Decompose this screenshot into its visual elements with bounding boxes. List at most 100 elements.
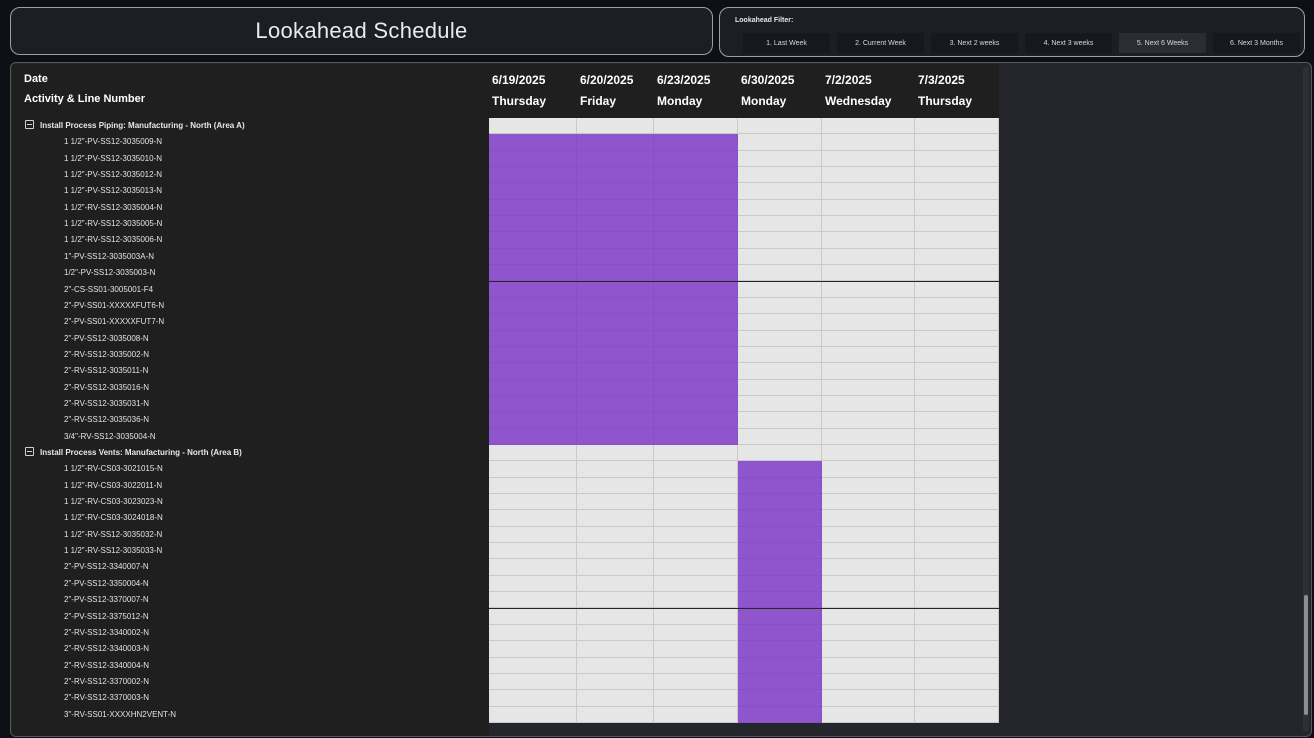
- line-number-label: 2"-RV-SS12-3035002-N: [64, 349, 149, 359]
- schedule-cell: [822, 134, 915, 151]
- schedule-cell: [654, 445, 738, 462]
- schedule-cell: [577, 673, 654, 691]
- schedule-cell: [822, 543, 915, 560]
- line-number-label: 1/2"-PV-SS12-3035003-N: [64, 268, 156, 278]
- scheduled-cell: [489, 199, 577, 217]
- filter-next-6-weeks-button[interactable]: 5. Next 6 Weeks: [1119, 33, 1206, 53]
- schedule-cell: [822, 412, 915, 429]
- filter-next-2-weeks-button[interactable]: 3. Next 2 weeks: [931, 33, 1018, 53]
- column-header: 6/19/2025 Thursday: [489, 64, 577, 118]
- scrollbar-thumb[interactable]: [1304, 595, 1308, 715]
- scheduled-cell: [577, 134, 654, 151]
- group-row-label[interactable]: Install Process Vents: Manufacturing - N…: [25, 445, 242, 461]
- scheduled-cell: [577, 428, 654, 445]
- schedule-cell: [738, 216, 822, 233]
- line-number-label: 2"-CS-SS01-3005001-F4: [64, 284, 154, 294]
- schedule-cell: [822, 673, 915, 691]
- scheduled-cell: [738, 510, 822, 527]
- line-number-label: 1 1/2"-RV-CS03-3021015-N: [64, 464, 163, 474]
- schedule-cell: [822, 379, 915, 396]
- schedule-cell: [822, 526, 915, 544]
- line-number-label: 2"-PV-SS12-3375012-N: [64, 611, 149, 621]
- line-number-label: 2"-RV-SS12-3035036-N: [64, 415, 149, 425]
- filter-last-week-button[interactable]: 1. Last Week: [743, 33, 830, 53]
- group-name: Install Process Vents: Manufacturing - N…: [40, 448, 242, 457]
- scheduled-cell: [489, 248, 577, 266]
- scheduled-cell: [489, 412, 577, 429]
- schedule-cell: [915, 167, 999, 184]
- column-date: 7/3/2025: [918, 73, 965, 87]
- schedule-cell: [654, 494, 738, 511]
- schedule-cell: [915, 412, 999, 429]
- schedule-cell: [738, 346, 822, 364]
- group-row-label[interactable]: Install Process Piping: Manufacturing - …: [25, 118, 245, 134]
- schedule-cell: [577, 494, 654, 511]
- schedule-cell: [489, 657, 577, 674]
- schedule-cell: [738, 150, 822, 168]
- line-number-label: 2"-PV-SS01-XXXXXFUT7-N: [64, 317, 165, 327]
- line-number-label: 2"-PV-SS12-3035008-N: [64, 333, 149, 343]
- schedule-cell: [822, 199, 915, 217]
- schedule-cell: [489, 543, 577, 560]
- schedule-cell: [822, 608, 915, 625]
- schedule-cell: [915, 690, 999, 707]
- scheduled-cell: [738, 608, 822, 625]
- date-header: Date: [24, 73, 48, 85]
- schedule-cell: [577, 510, 654, 527]
- collapse-icon[interactable]: [25, 120, 34, 130]
- schedule-cell: [915, 265, 999, 282]
- schedule-cell: [654, 592, 738, 609]
- schedule-cell: [738, 330, 822, 347]
- schedule-cell: [822, 265, 915, 282]
- line-number-label: 2"-RV-SS12-3035016-N: [64, 382, 149, 392]
- group-name: Install Process Piping: Manufacturing - …: [40, 121, 245, 130]
- schedule-cell: [822, 641, 915, 658]
- schedule-cell: [577, 641, 654, 658]
- line-number-label: 2"-PV-SS12-3370007-N: [64, 595, 149, 605]
- schedule-cell: [738, 248, 822, 266]
- schedule-cell: [822, 314, 915, 331]
- collapse-icon[interactable]: [25, 447, 34, 457]
- scheduled-cell: [738, 657, 822, 674]
- schedule-cell: [654, 706, 738, 723]
- column-date: 6/30/2025: [741, 73, 795, 87]
- schedule-cell: [915, 657, 999, 674]
- schedule-cell: [822, 248, 915, 266]
- scheduled-cell: [577, 412, 654, 429]
- scheduled-cell: [489, 363, 577, 380]
- filter-current-week-button[interactable]: 2. Current Week: [837, 33, 924, 53]
- vertical-scrollbar[interactable]: [1303, 67, 1309, 732]
- scheduled-cell: [738, 477, 822, 495]
- schedule-cell: [738, 363, 822, 380]
- activity-header: Activity & Line Number: [24, 93, 146, 105]
- schedule-cell: [915, 559, 999, 576]
- schedule-cell: [915, 281, 999, 298]
- schedule-cell: [654, 673, 738, 691]
- scheduled-cell: [489, 232, 577, 249]
- schedule-cell: [915, 363, 999, 380]
- scheduled-cell: [577, 167, 654, 184]
- filter-next-3-weeks-button[interactable]: 4. Next 3 weeks: [1025, 33, 1112, 53]
- schedule-cell: [738, 395, 822, 413]
- scheduled-cell: [738, 690, 822, 707]
- scheduled-cell: [738, 673, 822, 691]
- scheduled-cell: [654, 265, 738, 282]
- filter-label: Lookahead Filter:: [735, 17, 794, 24]
- schedule-cell: [915, 673, 999, 691]
- line-number-label: 1 1/2"-PV-SS12-3035009-N: [64, 137, 163, 147]
- filter-next-3-months-button[interactable]: 6. Next 3 Months: [1213, 33, 1300, 53]
- schedule-cell: [654, 690, 738, 707]
- schedule-cell: [822, 150, 915, 168]
- schedule-cell: [915, 445, 999, 462]
- scheduled-cell: [577, 150, 654, 168]
- schedule-cell: [577, 526, 654, 544]
- line-number-label: 1 1/2"-RV-CS03-3024018-N: [64, 513, 163, 523]
- schedule-cell: [915, 526, 999, 544]
- schedule-cell: [822, 183, 915, 200]
- line-number-label: 1 1/2"-RV-CS03-3023023-N: [64, 497, 163, 507]
- scheduled-cell: [577, 379, 654, 396]
- schedule-cell: [489, 624, 577, 642]
- schedule-cell: [915, 477, 999, 495]
- line-number-label: 3/4"-RV-SS12-3035004-N: [64, 431, 156, 441]
- line-number-label: 1 1/2"-RV-SS12-3035032-N: [64, 529, 163, 539]
